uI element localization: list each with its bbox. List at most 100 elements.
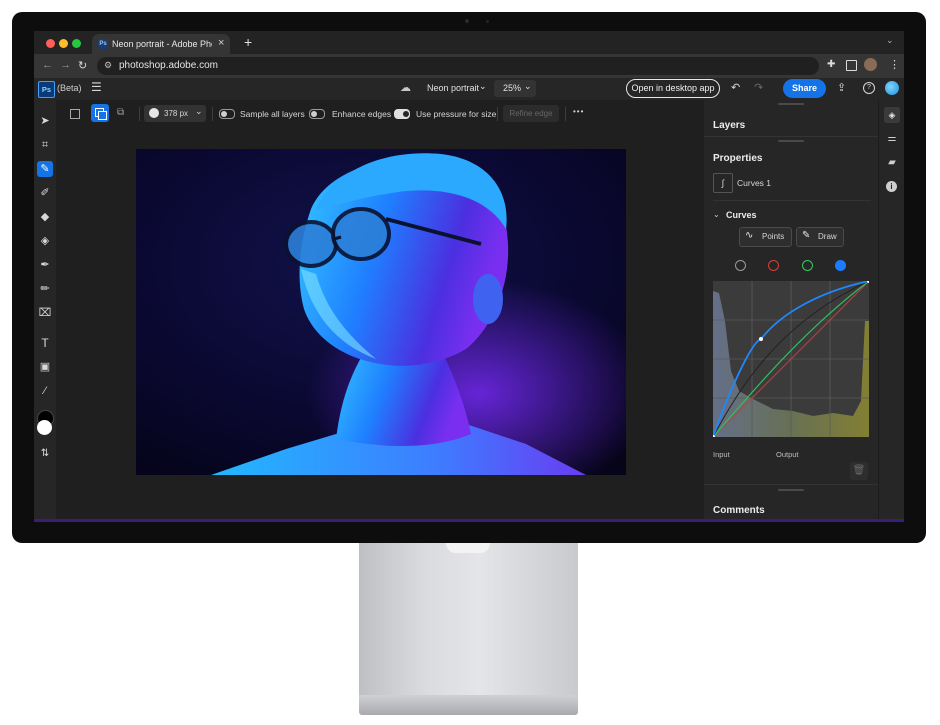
browser-menu-icon[interactable]: ⋮ (889, 58, 900, 71)
export-icon[interactable]: ⇪ (837, 81, 846, 94)
subtract-from-selection-icon[interactable]: ⧉ (117, 107, 124, 118)
eyedropper-tool-icon[interactable]: ⁄ (37, 383, 53, 399)
enhance-edges-label: Enhance edges (332, 109, 392, 119)
panel-rail: ◈ ⚌ ▰ i (878, 100, 904, 522)
refine-edge-button[interactable]: Refine edge (503, 105, 559, 122)
comments-title[interactable]: Comments (713, 505, 765, 516)
beta-label: (Beta) (57, 83, 82, 93)
properties-panel: Layers Properties ∫ Curves 1 ⌄ Curves ∿ … (704, 100, 878, 522)
share-button[interactable]: Share (783, 79, 826, 98)
delete-icon[interactable]: 🗑 (850, 462, 868, 480)
brush-size-dropdown[interactable]: 378 px ⌄ (144, 105, 206, 122)
back-icon[interactable]: ← (42, 59, 53, 71)
points-icon: ∿ (745, 230, 754, 241)
output-label: Output (776, 450, 799, 459)
crop-tool-icon[interactable]: ⌧ (37, 305, 53, 321)
draw-button[interactable]: ✎ Draw (796, 227, 844, 247)
side-panel-icon[interactable] (846, 60, 857, 71)
forward-icon[interactable]: → (60, 59, 71, 71)
swap-colors-icon[interactable]: ⇅ (37, 446, 53, 462)
photoshop-tab-icon: Ps (98, 39, 108, 49)
points-button[interactable]: ∿ Points (739, 227, 792, 247)
paint-bucket-tool-icon[interactable]: ◈ (37, 233, 53, 249)
photoshop-logo[interactable]: Ps (38, 81, 55, 98)
properties-title[interactable]: Properties (713, 153, 762, 164)
zoom-dropdown[interactable]: 25% ⌄ (494, 80, 536, 97)
use-pressure-toggle[interactable] (394, 109, 410, 119)
webcam-sensor (486, 20, 489, 23)
app-header: Ps (Beta) ☰ ☁ Neon portrait ⌄ 25% ⌄ Open… (34, 78, 904, 100)
enhance-edges-toggle[interactable] (309, 109, 325, 119)
screen-bottom-edge (34, 519, 904, 522)
layers-title[interactable]: Layers (713, 120, 745, 131)
new-tab-icon[interactable]: + (244, 34, 252, 50)
more-options-icon[interactable]: ••• (573, 107, 584, 116)
adjustments-panel-icon[interactable]: ⚌ (884, 131, 900, 147)
address-bar[interactable]: ⚙ photoshop.adobe.com (97, 57, 819, 75)
extensions-icon[interactable]: ✚ (827, 59, 835, 70)
brush-tool-icon[interactable]: ✐ (37, 185, 53, 201)
points-label: Points (762, 232, 785, 241)
healing-tool-icon[interactable]: ✒ (37, 257, 53, 273)
curves-graph[interactable] (713, 281, 869, 437)
monitor-stand (359, 543, 578, 695)
webcam (465, 19, 469, 23)
type-tool-icon[interactable]: T (37, 335, 53, 351)
panel-grabber[interactable] (778, 489, 804, 491)
red-channel-button[interactable] (768, 260, 779, 271)
brush-preview-icon (149, 108, 159, 118)
tools-panel: ➤ ⌗ ✎ ✐ ◆ ◈ ✒ ✏ ⌧ T ▣ ⁄ ⇅ (34, 100, 56, 522)
panel-grabber[interactable] (778, 140, 804, 142)
background-color-swatch[interactable] (37, 420, 52, 435)
add-to-selection-icon[interactable] (91, 104, 109, 122)
layers-panel-icon[interactable]: ◈ (884, 107, 900, 123)
redo-icon[interactable]: ↷ (754, 81, 763, 94)
neon-portrait-image[interactable] (136, 149, 626, 475)
adjustment-name: Curves 1 (737, 178, 772, 188)
close-window-icon[interactable] (46, 39, 55, 48)
green-channel-button[interactable] (802, 260, 813, 271)
profile-avatar[interactable] (864, 58, 877, 71)
document-chevron-icon[interactable]: ⌄ (479, 81, 487, 92)
tool-options-bar: ⧉ 378 px ⌄ Sample all layers Enhance edg… (56, 101, 704, 127)
browser-tab[interactable]: Ps Neon portrait - Adobe Photosh × (92, 34, 230, 54)
info-panel-icon[interactable]: i (886, 181, 897, 192)
shape-tool-icon[interactable]: ▣ (37, 359, 53, 375)
new-selection-icon[interactable] (70, 109, 80, 119)
brush-size-chevron-icon: ⌄ (195, 106, 203, 116)
rgb-channel-button[interactable] (735, 260, 746, 271)
input-label: Input (713, 450, 730, 459)
curves-adjustment-icon: ∫ (713, 173, 733, 193)
quick-selection-tool-icon[interactable]: ✎ (37, 161, 53, 177)
cloud-icon: ☁ (400, 82, 411, 94)
monitor-base (359, 695, 578, 715)
maximize-window-icon[interactable] (72, 39, 81, 48)
help-icon[interactable]: ? (863, 82, 875, 94)
tab-close-icon[interactable]: × (218, 37, 224, 49)
monitor-hinge-inner (446, 543, 490, 553)
url-text: photoshop.adobe.com (119, 60, 218, 71)
curves-collapse-chevron-icon[interactable]: ⌄ (713, 210, 720, 219)
comments-panel-icon[interactable]: ▰ (884, 155, 900, 171)
hamburger-menu-icon[interactable]: ☰ (91, 80, 102, 94)
sample-all-layers-label: Sample all layers (240, 109, 305, 119)
panel-grabber[interactable] (778, 103, 804, 105)
blue-channel-button[interactable] (835, 260, 846, 271)
brush-size-value: 378 px (164, 109, 189, 118)
site-info-icon[interactable]: ⚙ (104, 60, 112, 71)
clone-stamp-tool-icon[interactable]: ✏ (37, 281, 53, 297)
user-avatar[interactable] (885, 81, 899, 95)
zoom-chevron-icon: ⌄ (524, 81, 532, 91)
document-name[interactable]: Neon portrait (427, 83, 479, 93)
reload-icon[interactable]: ↻ (78, 59, 87, 72)
tab-title: Neon portrait - Adobe Photosh (112, 39, 212, 49)
lasso-tool-icon[interactable]: ⌗ (37, 137, 53, 153)
eraser-tool-icon[interactable]: ◆ (37, 209, 53, 225)
sample-all-layers-toggle[interactable] (219, 109, 235, 119)
undo-icon[interactable]: ↶ (731, 81, 740, 94)
minimize-window-icon[interactable] (59, 39, 68, 48)
browser-toolbar: ← → ↻ ⚙ photoshop.adobe.com ✚ ⋮ (34, 54, 904, 78)
tab-list-chevron-icon[interactable]: ⌄ (886, 35, 894, 46)
open-in-desktop-button[interactable]: Open in desktop app (626, 79, 720, 98)
move-tool-icon[interactable]: ➤ (37, 113, 53, 129)
